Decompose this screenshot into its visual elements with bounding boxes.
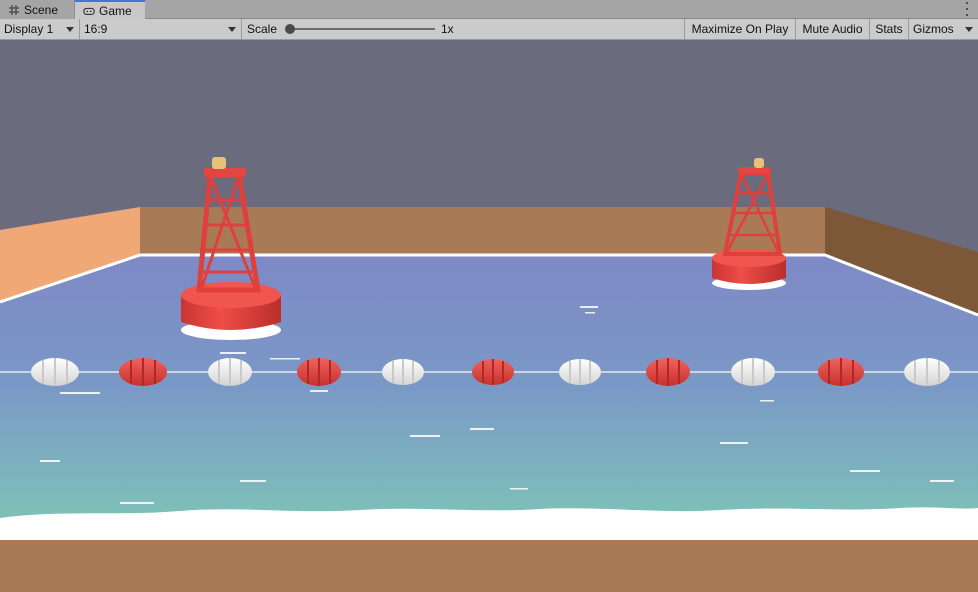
grid-icon xyxy=(9,4,19,15)
tab-scene[interactable]: Scene xyxy=(0,0,75,19)
tab-game[interactable]: Game xyxy=(75,0,145,20)
white-float xyxy=(208,358,252,386)
tab-scene-label: Scene xyxy=(24,2,59,17)
white-float xyxy=(904,358,950,386)
scale-label: Scale xyxy=(247,22,278,36)
editor-tab-bar: Scene Game xyxy=(0,0,978,20)
gamepad-icon xyxy=(83,7,95,15)
white-float xyxy=(559,359,601,385)
maximize-on-play-label: Maximize On Play xyxy=(691,22,789,36)
red-float xyxy=(472,359,514,385)
chevron-down-icon xyxy=(66,27,74,32)
gizmos-label: Gizmos xyxy=(913,22,954,36)
aspect-dropdown[interactable]: 16:9 xyxy=(80,19,242,39)
gizmos-dropdown[interactable]: Gizmos xyxy=(908,19,978,39)
back-wall xyxy=(140,207,825,255)
stats-button[interactable]: Stats xyxy=(869,19,908,39)
scale-slider-thumb[interactable] xyxy=(285,24,295,34)
red-float xyxy=(818,358,864,386)
mute-audio-label: Mute Audio xyxy=(802,22,863,36)
display-dropdown[interactable]: Display 1 xyxy=(0,19,80,39)
game-scene xyxy=(0,40,978,592)
aspect-dropdown-value: 16:9 xyxy=(84,22,108,36)
white-float xyxy=(382,359,424,385)
water-surface xyxy=(0,255,978,540)
chevron-down-icon xyxy=(965,27,973,32)
game-toolbar: Display 1 16:9 Scale 1x Maximize On Play… xyxy=(0,19,978,40)
red-float xyxy=(646,358,690,386)
red-float xyxy=(119,358,167,386)
display-dropdown-value: Display 1 xyxy=(4,22,54,36)
game-viewport[interactable] xyxy=(0,40,978,592)
front-wall xyxy=(0,540,978,592)
chevron-down-icon xyxy=(228,27,236,32)
scale-value: 1x xyxy=(441,22,454,36)
red-float xyxy=(297,358,341,386)
mute-audio-button[interactable]: Mute Audio xyxy=(795,19,869,39)
stats-label: Stats xyxy=(875,22,903,36)
maximize-on-play-button[interactable]: Maximize On Play xyxy=(684,19,795,39)
tab-game-label: Game xyxy=(99,4,132,18)
white-float xyxy=(731,358,775,386)
scale-slider-track[interactable] xyxy=(290,28,435,30)
white-float xyxy=(31,358,79,386)
more-options-icon[interactable] xyxy=(962,2,972,16)
